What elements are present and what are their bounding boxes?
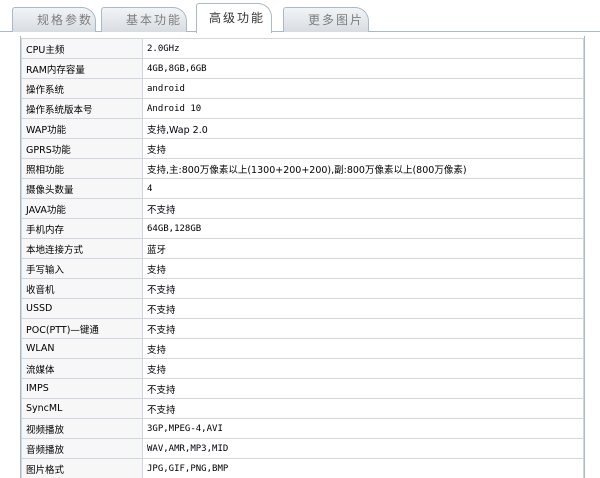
tab-bar: 规格参数 基本功能 高级功能 更多图片: [0, 0, 600, 33]
spec-label: 视频播放: [21, 418, 143, 439]
spec-row: 音频播放 WAV,AMR,MP3,MID: [21, 438, 584, 459]
spec-row: GPRS功能 支持: [21, 138, 584, 159]
spec-value: 支持: [142, 138, 584, 159]
spec-row: 视频播放 3GP,MPEG-4,AVI: [21, 418, 584, 439]
spec-value: JPG,GIF,PNG,BMP: [142, 458, 584, 478]
spec-row: 摄像头数量 4: [21, 178, 584, 199]
spec-value: 3GP,MPEG-4,AVI: [142, 418, 584, 439]
spec-row: 操作系统版本号 Android 10: [21, 98, 584, 119]
spec-value: 支持: [142, 338, 584, 359]
spec-label: WAP功能: [21, 118, 143, 139]
spec-value: 64GB,128GB: [142, 218, 584, 239]
spec-row: 照相功能 支持,主:800万像素以上(1300+200+200),副:800万像素…: [21, 158, 584, 179]
spec-label: IMPS: [21, 378, 143, 399]
spec-label: 操作系统: [21, 78, 143, 99]
spec-value: Android 10: [142, 98, 584, 119]
spec-label: CPU主频: [21, 38, 143, 59]
spec-label: 流媒体: [21, 358, 143, 379]
spec-row: POC(PTT)—键通 不支持: [21, 318, 584, 339]
spec-label: WLAN: [21, 338, 143, 359]
spec-row: IMPS 不支持: [21, 378, 584, 399]
spec-row: 手机内存 64GB,128GB: [21, 218, 584, 239]
spec-label: GPRS功能: [21, 138, 143, 159]
spec-row: JAVA功能 不支持: [21, 198, 584, 219]
tab-specs[interactable]: 规格参数: [12, 7, 96, 32]
tab-more-images[interactable]: 更多图片: [283, 7, 369, 32]
spec-row: 手写输入 支持: [21, 258, 584, 279]
spec-label: 手写输入: [21, 258, 143, 279]
spec-value: 不支持: [142, 298, 584, 319]
spec-label: JAVA功能: [21, 198, 143, 219]
spec-label: 手机内存: [21, 218, 143, 239]
spec-value: 支持,Wap 2.0: [142, 118, 584, 139]
spec-row: RAM内存容量 4GB,8GB,6GB: [21, 58, 584, 79]
spec-value: WAV,AMR,MP3,MID: [142, 438, 584, 459]
spec-row: 图片格式 JPG,GIF,PNG,BMP: [21, 458, 584, 478]
tab-advanced-features[interactable]: 高级功能: [196, 3, 272, 33]
spec-value: 4: [142, 178, 584, 199]
tab-basic-features[interactable]: 基本功能: [101, 7, 187, 32]
spec-row: SyncML 不支持: [21, 398, 584, 419]
spec-value: 支持: [142, 258, 584, 279]
spec-value: 不支持: [142, 378, 584, 399]
spec-label: 本地连接方式: [21, 238, 143, 259]
spec-row: 本地连接方式 蓝牙: [21, 238, 584, 259]
spec-value: 蓝牙: [142, 238, 584, 259]
spec-label: USSD: [21, 298, 143, 319]
spec-value: 4GB,8GB,6GB: [142, 58, 584, 79]
spec-label: 操作系统版本号: [21, 98, 143, 119]
spec-value: android: [142, 78, 584, 99]
spec-value: 支持: [142, 358, 584, 379]
spec-row: WLAN 支持: [21, 338, 584, 359]
spec-value: 支持,主:800万像素以上(1300+200+200),副:800万像素以上(8…: [142, 158, 584, 179]
spec-label: 照相功能: [21, 158, 143, 179]
spec-row: 流媒体 支持: [21, 358, 584, 379]
spec-row: 收音机 不支持: [21, 278, 584, 299]
spec-panel: CPU主频 2.0GHz RAM内存容量 4GB,8GB,6GB 操作系统 android…: [20, 36, 585, 478]
spec-label: 摄像头数量: [21, 178, 143, 199]
spec-label: 收音机: [21, 278, 143, 299]
spec-value: 不支持: [142, 198, 584, 219]
spec-row: WAP功能 支持,Wap 2.0: [21, 118, 584, 139]
spec-row: USSD 不支持: [21, 298, 584, 319]
spec-value: 不支持: [142, 318, 584, 339]
spec-label: SyncML: [21, 398, 143, 419]
spec-value: 2.0GHz: [142, 38, 584, 59]
spec-value: 不支持: [142, 398, 584, 419]
spec-row: CPU主频 2.0GHz: [21, 38, 584, 59]
spec-label: RAM内存容量: [21, 58, 143, 79]
spec-value: 不支持: [142, 278, 584, 299]
spec-label: 图片格式: [21, 458, 143, 478]
spec-table: CPU主频 2.0GHz RAM内存容量 4GB,8GB,6GB 操作系统 android…: [21, 38, 584, 478]
spec-label: 音频播放: [21, 438, 143, 459]
spec-row: 操作系统 android: [21, 78, 584, 99]
spec-label: POC(PTT)—键通: [21, 318, 143, 339]
